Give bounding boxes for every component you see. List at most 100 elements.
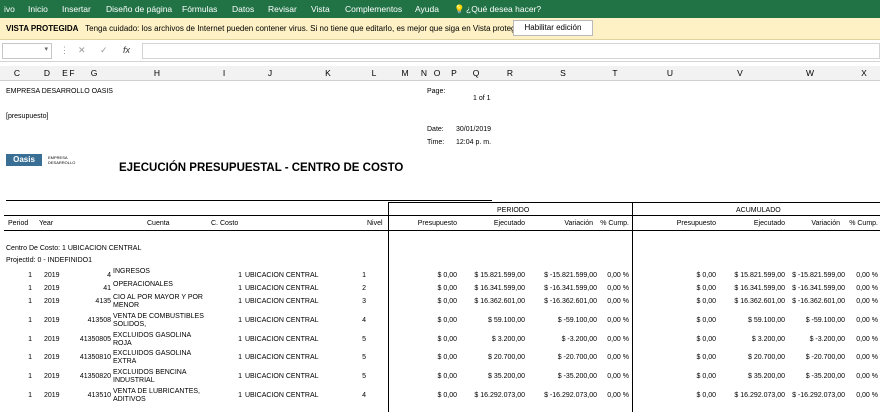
pres-acum-cell: $ 0,00 (696, 336, 716, 343)
cump-acum-cell: 0,00 % (856, 317, 878, 324)
headers-bottom-line (4, 230, 880, 231)
name-cell: CIO AL POR MAYOR Y POR MENOR (113, 294, 203, 309)
var-cell: $ -16.362.601,00 (544, 298, 597, 305)
ejec-acum-cell: $ 16.362.601,00 (734, 298, 785, 305)
pres-acum-cell: $ 0,00 (696, 272, 716, 279)
header-ejecutado: Ejecutado (493, 220, 525, 227)
tab-file[interactable]: ivo (4, 4, 15, 14)
name-cell: VENTA DE LUBRICANTES, ADITIVOS (113, 388, 201, 403)
var-cell: $ -20.700,00 (557, 354, 597, 361)
column-header[interactable]: V (737, 68, 743, 78)
tab-insertar[interactable]: Insertar (62, 4, 91, 14)
code-cell: 41350820 (79, 373, 111, 380)
column-header[interactable]: C (14, 68, 20, 78)
column-header[interactable]: I (223, 68, 225, 78)
ccname-cell: UBICACION CENTRAL (245, 373, 319, 380)
column-header[interactable]: G (91, 68, 98, 78)
confirm-icon[interactable]: ✓ (100, 45, 108, 56)
column-header[interactable]: T (612, 68, 617, 78)
tab-revisar[interactable]: Revisar (268, 4, 297, 14)
tab-inicio[interactable]: Inicio (28, 4, 48, 14)
column-header[interactable]: W (806, 68, 814, 78)
company-name: EMPRESA DESARROLLO OASIS (6, 88, 113, 95)
pres-cell: $ 0,00 (437, 272, 457, 279)
column-header[interactable]: N (421, 68, 427, 78)
enable-editing-button[interactable]: Habilitar edición (513, 20, 593, 36)
cump-acum-cell: 0,00 % (856, 336, 878, 343)
pres-acum-cell: $ 0,00 (696, 392, 716, 399)
name-cell: EXCLUIDOS GASOLINA EXTRA (113, 350, 191, 365)
chevron-down-icon[interactable]: ▾ (44, 45, 48, 53)
formula-input[interactable] (142, 43, 880, 59)
year-cell: 2019 (44, 336, 60, 343)
project-label: ProjectId: 0 - INDEFINIDO1 (6, 257, 92, 264)
column-header[interactable]: K (325, 68, 331, 78)
table-row: 1 2019 4135 CIO AL POR MAYOR Y POR MENOR 1 UB… (0, 294, 880, 312)
column-header[interactable]: R (507, 68, 513, 78)
ejec-cell: $ 3.200,00 (491, 336, 525, 343)
column-header[interactable]: H (154, 68, 160, 78)
column-header[interactable]: L (372, 68, 377, 78)
ejec-cell: $ 16.362.601,00 (474, 298, 525, 305)
ejec-acum-cell: $ 16.292.073,00 (734, 392, 785, 399)
column-header[interactable]: O (434, 68, 441, 78)
report-sheet[interactable]: EMPRESA DESARROLLO OASIS [presupuesto] P… (0, 81, 880, 412)
column-header[interactable]: M (401, 68, 408, 78)
var-acum-cell: $ -3.200,00 (809, 336, 845, 343)
group-header-mid-line (388, 215, 880, 216)
nivel-cell: 5 (362, 354, 366, 361)
var-cell: $ -35.200,00 (557, 373, 597, 380)
cancel-icon[interactable]: ✕ (78, 45, 86, 56)
page-value: 1 of 1 (473, 95, 491, 102)
code-cell: 41350805 (79, 336, 111, 343)
header-presupuesto: Presupuesto (417, 220, 457, 227)
column-header[interactable]: E (62, 68, 68, 78)
year-cell: 2019 (44, 285, 60, 292)
pres-cell: $ 0,00 (437, 373, 457, 380)
ccname-cell: UBICACION CENTRAL (245, 317, 319, 324)
column-header[interactable]: D (44, 68, 50, 78)
centro-costo-label: Centro De Costo: 1 UBICACION CENTRAL (6, 245, 142, 252)
cump-acum-cell: 0,00 % (856, 392, 878, 399)
group-periodo: PERIODO (497, 207, 530, 214)
report-title: EJECUCIÓN PRESUPUESTAL - CENTRO DE COSTO (119, 162, 404, 174)
cc-cell: 1 (238, 285, 242, 292)
fx-icon[interactable]: fx (123, 45, 130, 55)
table-row: 1 2019 41350810 EXCLUIDOS GASOLINA EXTRA 1 UB… (0, 350, 880, 368)
period-cell: 1 (28, 373, 32, 380)
var-cell: $ -15.821.599,00 (544, 272, 597, 279)
cc-cell: 1 (238, 392, 242, 399)
tab-datos[interactable]: Datos (232, 4, 254, 14)
column-header[interactable]: U (667, 68, 673, 78)
tab-vista[interactable]: Vista (311, 4, 330, 14)
column-header[interactable]: X (861, 68, 867, 78)
ccname-cell: UBICACION CENTRAL (245, 336, 319, 343)
year-cell: 2019 (44, 272, 60, 279)
cump-cell: 0,00 % (607, 336, 629, 343)
tell-me-search[interactable]: ¿Qué desea hacer? (466, 4, 541, 14)
var-acum-cell: $ -15.821.599,00 (792, 272, 845, 279)
table-row: 1 2019 413510 VENTA DE LUBRICANTES, ADITIVO… (0, 388, 880, 406)
year-cell: 2019 (44, 392, 60, 399)
name-cell: INGRESOS (113, 268, 150, 275)
tab-complementos[interactable]: Complementos (345, 4, 402, 14)
var-acum-cell: $ -16.292.073,00 (792, 392, 845, 399)
column-header[interactable]: J (268, 68, 272, 78)
cump-cell: 0,00 % (607, 392, 629, 399)
column-header[interactable]: S (560, 68, 566, 78)
pres-cell: $ 0,00 (437, 298, 457, 305)
cc-cell: 1 (238, 317, 242, 324)
var-cell: $ -16.292.073,00 (544, 392, 597, 399)
tab-ayuda[interactable]: Ayuda (415, 4, 439, 14)
period-cell: 1 (28, 354, 32, 361)
nivel-cell: 4 (362, 392, 366, 399)
column-header[interactable]: P (451, 68, 457, 78)
nivel-cell: 5 (362, 336, 366, 343)
name-box[interactable]: ▾ (2, 43, 52, 59)
column-header[interactable]: Q (473, 68, 480, 78)
tab-diseno-pagina[interactable]: Diseño de página (106, 4, 172, 14)
lightbulb-icon: 💡 (454, 4, 465, 14)
year-cell: 2019 (44, 298, 60, 305)
column-header[interactable]: F (69, 68, 74, 78)
tab-formulas[interactable]: Fórmulas (182, 4, 217, 14)
